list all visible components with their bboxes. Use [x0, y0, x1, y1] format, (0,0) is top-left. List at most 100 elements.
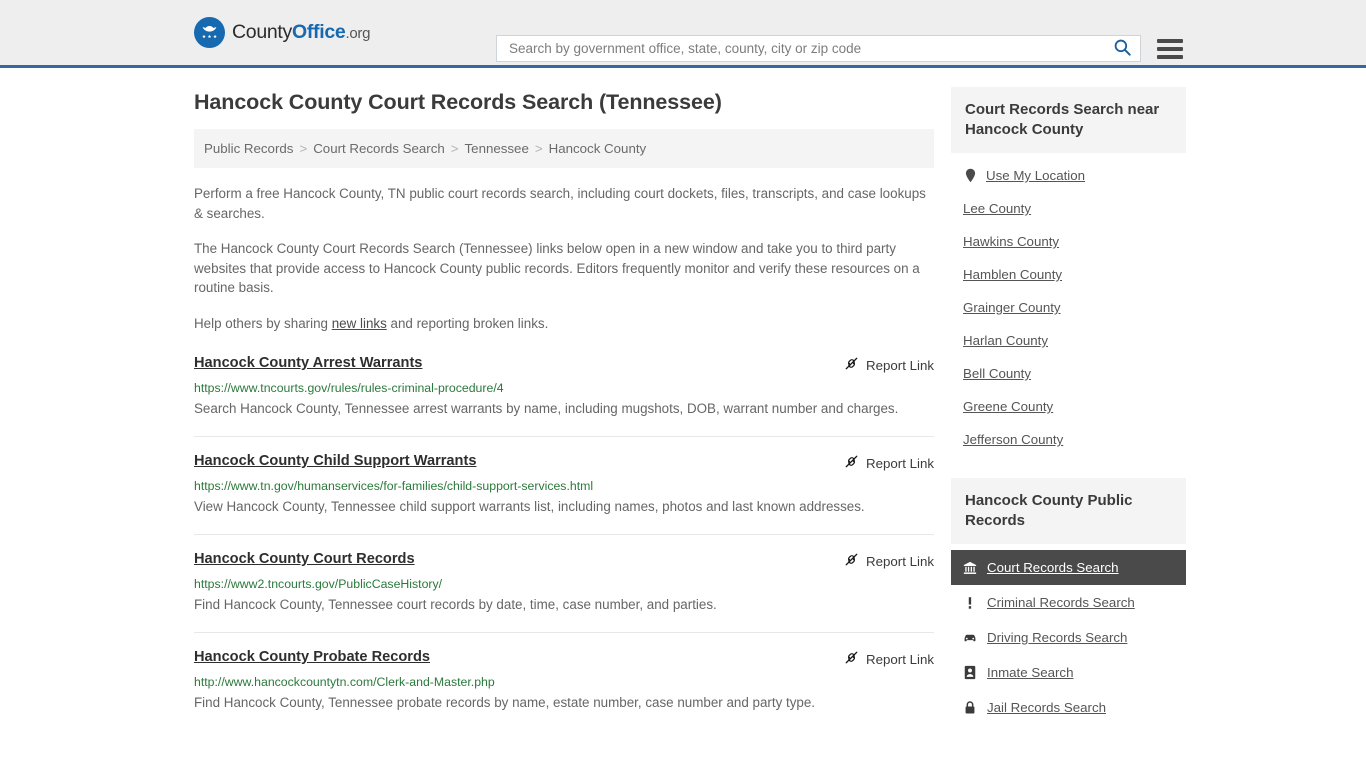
result-url[interactable]: https://www2.tncourts.gov/PublicCaseHist…	[194, 577, 934, 591]
nearby-panel: Court Records Search near Hancock County…	[951, 87, 1186, 456]
nearby-panel-heading: Court Records Search near Hancock County	[951, 87, 1186, 153]
public-records-item-inmate-search[interactable]: Inmate Search	[951, 655, 1186, 690]
breadcrumb-separator-icon: >	[450, 141, 459, 156]
hamburger-menu-icon[interactable]	[1157, 38, 1183, 59]
report-link-label: Report Link	[866, 553, 934, 569]
nearby-county-row[interactable]: Grainger County	[951, 291, 1186, 324]
report-link-label: Report Link	[866, 651, 934, 667]
eagle-emblem-icon	[194, 17, 225, 48]
result-title-link[interactable]: Hancock County Probate Records	[194, 649, 430, 665]
result-description: Find Hancock County, Tennessee probate r…	[194, 695, 816, 710]
use-my-location-link[interactable]: Use My Location	[986, 168, 1085, 183]
result-title-link[interactable]: Hancock County Court Records	[194, 551, 415, 567]
nearby-county-link[interactable]: Hamblen County	[963, 267, 1062, 282]
report-link-button[interactable]: Report Link	[844, 355, 934, 374]
brand-part-office: Office	[292, 21, 346, 43]
report-link-button[interactable]: Report Link	[844, 453, 934, 472]
nearby-county-link[interactable]: Harlan County	[963, 333, 1048, 348]
nearby-county-row[interactable]: Hamblen County	[951, 258, 1186, 291]
search-box[interactable]	[496, 35, 1141, 62]
intro-p3-before: Help others by sharing	[194, 315, 332, 331]
public-records-item-court-records-search[interactable]: Court Records Search	[951, 550, 1186, 585]
header-inner: CountyOffice.org	[0, 17, 1366, 62]
breadcrumb-separator-icon: >	[534, 141, 543, 156]
public-records-item-label[interactable]: Court Records Search	[987, 560, 1119, 575]
bank-icon	[963, 560, 977, 575]
hamburger-bar	[1157, 46, 1183, 51]
result-title-link[interactable]: Hancock County Child Support Warrants	[194, 453, 476, 469]
nearby-county-row[interactable]: Harlan County	[951, 324, 1186, 357]
nearby-county-link[interactable]: Bell County	[963, 366, 1031, 381]
public-records-item-label[interactable]: Driving Records Search	[987, 630, 1127, 645]
public-records-item-criminal-records-search[interactable]: Criminal Records Search	[951, 585, 1186, 620]
result-header: Hancock County Child Support Warrants Re…	[194, 453, 934, 472]
nearby-county-link[interactable]: Hawkins County	[963, 234, 1059, 249]
result-item: Hancock County Court Records Report Link…	[194, 551, 934, 633]
public-records-item-jail-records-search[interactable]: Jail Records Search	[951, 690, 1186, 725]
exclamation-icon	[963, 595, 977, 610]
search-icon	[1113, 38, 1132, 60]
breadcrumb-item-hancock-county: Hancock County	[548, 141, 647, 156]
result-title-link[interactable]: Hancock County Arrest Warrants	[194, 355, 422, 371]
intro-paragraph-1: Perform a free Hancock County, TN public…	[194, 186, 926, 221]
hamburger-bar	[1157, 54, 1183, 59]
nearby-county-row[interactable]: Lee County	[951, 192, 1186, 225]
nearby-county-link[interactable]: Jefferson County	[963, 432, 1063, 447]
nearby-county-link[interactable]: Grainger County	[963, 300, 1061, 315]
result-description: Find Hancock County, Tennessee court rec…	[194, 597, 717, 612]
result-item: Hancock County Child Support Warrants Re…	[194, 453, 934, 535]
intro-p3-after: and reporting broken links.	[386, 315, 549, 331]
site-logo[interactable]: CountyOffice.org	[194, 17, 370, 48]
nearby-county-row[interactable]: Greene County	[951, 390, 1186, 423]
sidebar: Court Records Search near Hancock County…	[951, 68, 1186, 747]
result-description: Search Hancock County, Tennessee arrest …	[194, 401, 899, 416]
use-my-location-row[interactable]: Use My Location	[951, 159, 1186, 192]
intro-paragraph-2: The Hancock County Court Records Search …	[194, 241, 920, 295]
broken-link-icon	[844, 454, 859, 472]
site-header: CountyOffice.org	[0, 0, 1366, 68]
result-url[interactable]: http://www.hancockcountytn.com/Clerk-and…	[194, 675, 934, 689]
nearby-county-row[interactable]: Jefferson County	[951, 423, 1186, 456]
search-input[interactable]	[507, 36, 1113, 61]
public-records-item-driving-records-search[interactable]: Driving Records Search	[951, 620, 1186, 655]
car-icon	[963, 630, 977, 645]
nearby-county-link[interactable]: Greene County	[963, 399, 1053, 414]
breadcrumb-separator-icon: >	[299, 141, 308, 156]
breadcrumb-item-court-records-search[interactable]: Court Records Search	[313, 141, 445, 156]
broken-link-icon	[844, 356, 859, 374]
result-header: Hancock County Court Records Report Link	[194, 551, 934, 570]
nearby-panel-body: Use My Location Lee County Hawkins Count…	[951, 153, 1186, 456]
page-title: Hancock County Court Records Search (Ten…	[194, 90, 722, 114]
breadcrumb-item-public-records[interactable]: Public Records	[204, 141, 293, 156]
result-header: Hancock County Arrest Warrants Report Li…	[194, 355, 934, 374]
report-link-button[interactable]: Report Link	[844, 649, 934, 668]
report-link-button[interactable]: Report Link	[844, 551, 934, 570]
header-search	[496, 35, 1183, 62]
result-item: Hancock County Arrest Warrants Report Li…	[194, 355, 934, 437]
result-url[interactable]: https://www.tn.gov/humanservices/for-fam…	[194, 479, 934, 493]
result-url[interactable]: https://www.tncourts.gov/rules/rules-cri…	[194, 381, 934, 395]
nearby-county-row[interactable]: Hawkins County	[951, 225, 1186, 258]
search-button[interactable]	[1113, 38, 1132, 60]
brand-part-county: County	[232, 21, 292, 43]
public-records-item-label[interactable]: Criminal Records Search	[987, 595, 1135, 610]
page-container: Hancock County Court Records Search (Ten…	[0, 68, 1366, 747]
id-badge-icon	[963, 665, 977, 680]
public-records-panel: Hancock County Public Records Court Reco…	[951, 478, 1186, 725]
nearby-county-link[interactable]: Lee County	[963, 201, 1031, 216]
public-records-item-label[interactable]: Jail Records Search	[987, 700, 1106, 715]
result-item: Hancock County Probate Records Report Li…	[194, 649, 934, 730]
new-links-link[interactable]: new links	[332, 316, 387, 331]
brand-wordmark: CountyOffice.org	[232, 21, 370, 44]
report-link-label: Report Link	[866, 455, 934, 471]
report-link-label: Report Link	[866, 357, 934, 373]
broken-link-icon	[844, 650, 859, 668]
breadcrumb-item-tennessee[interactable]: Tennessee	[465, 141, 529, 156]
lock-icon	[963, 700, 977, 715]
brand-part-org: .org	[345, 25, 371, 42]
result-description: View Hancock County, Tennessee child sup…	[194, 499, 865, 514]
public-records-item-label[interactable]: Inmate Search	[987, 665, 1073, 680]
public-records-list: Court Records Search Criminal Records Se…	[951, 544, 1186, 725]
nearby-county-row[interactable]: Bell County	[951, 357, 1186, 390]
map-pin-icon	[963, 168, 977, 183]
